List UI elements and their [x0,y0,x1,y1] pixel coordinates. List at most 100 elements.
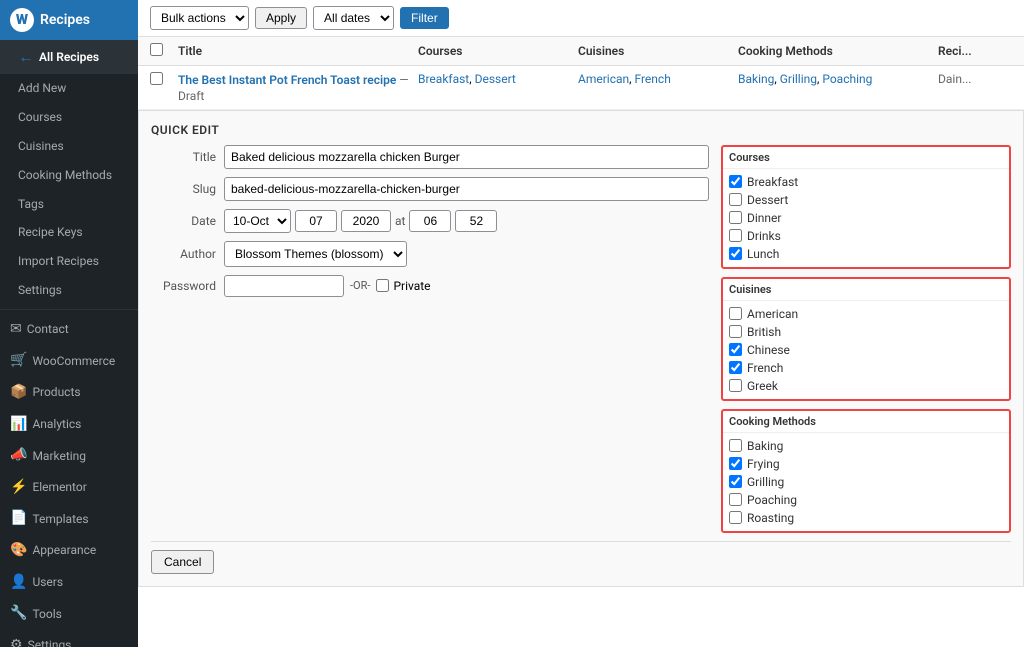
method-checkbox-poaching[interactable] [729,493,742,506]
cuisine-checkbox-british[interactable] [729,325,742,338]
sidebar-item-import-recipes[interactable]: Import Recipes [0,247,138,276]
course-breakfast-link[interactable]: Breakfast [418,72,469,86]
cuisine-label-british: British [747,325,781,339]
cancel-button[interactable]: Cancel [151,550,214,574]
sidebar-item-products[interactable]: 📦 Products [0,377,138,409]
sidebar-item-analytics[interactable]: 📊 Analytics [0,409,138,441]
sidebar-item-recipe-keys[interactable]: Recipe Keys [0,218,138,247]
cuisine-french-link[interactable]: French [634,72,670,86]
sidebar-item-label: Users [32,574,63,591]
method-item-roasting[interactable]: Roasting [729,509,1003,527]
cuisine-item-chinese[interactable]: Chinese [729,341,1003,359]
sidebar-item-add-new[interactable]: Add New [0,74,138,103]
cuisine-item-british[interactable]: British [729,323,1003,341]
row-checkbox[interactable] [150,72,163,85]
elementor-icon: ⚡ [10,478,27,498]
sidebar-item-label: Tags [18,196,44,213]
method-grilling-link[interactable]: Grilling [780,72,817,86]
quick-edit-body: Title Slug Date 10-Oct [151,145,1011,533]
sidebar-item-settings-main[interactable]: ⚙ Settings [0,630,138,647]
sidebar-item-elementor[interactable]: ⚡ Elementor [0,472,138,504]
method-item-poaching[interactable]: Poaching [729,491,1003,509]
sidebar-item-settings[interactable]: Settings [0,276,138,305]
author-field: Author Blossom Themes (blossom) [151,241,709,267]
method-checkbox-frying[interactable] [729,457,742,470]
select-all-cell[interactable] [150,43,178,59]
date-year-input[interactable] [341,210,391,232]
select-all-checkbox[interactable] [150,43,163,56]
col-title: Title [178,44,418,58]
date-month-select[interactable]: 10-Oct [224,209,291,233]
author-select[interactable]: Blossom Themes (blossom) [224,241,407,267]
cuisine-checkbox-chinese[interactable] [729,343,742,356]
course-checkbox-dinner[interactable] [729,211,742,224]
sidebar-item-cooking-methods[interactable]: Cooking Methods [0,161,138,190]
method-item-baking[interactable]: Baking [729,437,1003,455]
cuisine-item-american[interactable]: American [729,305,1003,323]
method-poaching-link[interactable]: Poaching [822,72,872,86]
appearance-icon: 🎨 [10,541,27,561]
date-hour-input[interactable] [409,210,451,232]
row-checkbox-cell[interactable] [150,72,178,85]
sidebar-item-contact[interactable]: ✉ Contact [0,314,138,346]
recipe-title-link[interactable]: The Best Instant Pot French Toast recipe [178,73,396,87]
col-courses: Courses [418,44,578,58]
sidebar-item-appearance[interactable]: 🎨 Appearance [0,535,138,567]
main-scroll-area: Title Courses Cuisines Cooking Methods R… [138,37,1024,647]
date-day-input[interactable] [295,210,337,232]
sidebar-item-tools[interactable]: 🔧 Tools [0,598,138,630]
sidebar-item-tags[interactable]: Tags [0,190,138,219]
sidebar-item-templates[interactable]: 📄 Templates [0,503,138,535]
slug-input[interactable] [224,177,709,201]
course-item-dinner[interactable]: Dinner [729,209,1003,227]
sidebar-logo[interactable]: W Recipes [0,0,138,40]
method-checkbox-baking[interactable] [729,439,742,452]
sidebar-item-label: Templates [32,511,88,528]
all-dates-select[interactable]: All dates [313,6,394,30]
course-checkbox-breakfast[interactable] [729,175,742,188]
method-label-poaching: Poaching [747,493,797,507]
cuisine-checkbox-american[interactable] [729,307,742,320]
method-baking-link[interactable]: Baking [738,72,774,86]
cuisine-checkbox-greek[interactable] [729,379,742,392]
sidebar-item-woocommerce[interactable]: 🛒 WooCommerce [0,345,138,377]
course-checkbox-dessert[interactable] [729,193,742,206]
cuisine-checkbox-french[interactable] [729,361,742,374]
course-item-drinks[interactable]: Drinks [729,227,1003,245]
date-min-input[interactable] [455,210,497,232]
password-input[interactable] [224,275,344,297]
courses-tax-box: Courses Breakfast Dessert [721,145,1011,269]
method-checkbox-roasting[interactable] [729,511,742,524]
sidebar-item-cuisines[interactable]: Cuisines [0,132,138,161]
sidebar-item-label: Contact [27,321,69,338]
course-dessert-link[interactable]: Dessert [475,72,516,86]
title-input[interactable] [224,145,709,169]
course-label-lunch: Lunch [747,247,779,261]
sidebar-item-users[interactable]: 👤 Users [0,567,138,599]
sidebar-item-all-recipes[interactable]: ← All Recipes [0,40,138,74]
sidebar-item-marketing[interactable]: 📣 Marketing [0,440,138,472]
courses-box-scroll: Breakfast Dessert Dinner [723,169,1009,267]
slug-label: Slug [151,182,216,196]
method-item-frying[interactable]: Frying [729,455,1003,473]
sidebar-item-label: All Recipes [39,49,99,66]
cuisine-american-link[interactable]: American [578,72,629,86]
method-item-grilling[interactable]: Grilling [729,473,1003,491]
method-checkbox-grilling[interactable] [729,475,742,488]
cuisine-item-french[interactable]: French [729,359,1003,377]
course-item-breakfast[interactable]: Breakfast [729,173,1003,191]
bulk-actions-select[interactable]: Bulk actions [150,6,249,30]
course-checkbox-lunch[interactable] [729,247,742,260]
quick-edit-right: Courses Breakfast Dessert [721,145,1011,533]
cuisine-item-greek[interactable]: Greek [729,377,1003,395]
sidebar-item-label: Settings [18,282,62,299]
private-checkbox[interactable] [376,279,389,292]
filter-button[interactable]: Filter [400,7,449,29]
course-item-dessert[interactable]: Dessert [729,191,1003,209]
private-checkbox-label[interactable]: Private [376,279,430,293]
course-checkbox-drinks[interactable] [729,229,742,242]
course-item-lunch[interactable]: Lunch [729,245,1003,263]
apply-button[interactable]: Apply [255,7,307,29]
sidebar-item-courses[interactable]: Courses [0,103,138,132]
sidebar-item-label: Settings [28,637,72,647]
